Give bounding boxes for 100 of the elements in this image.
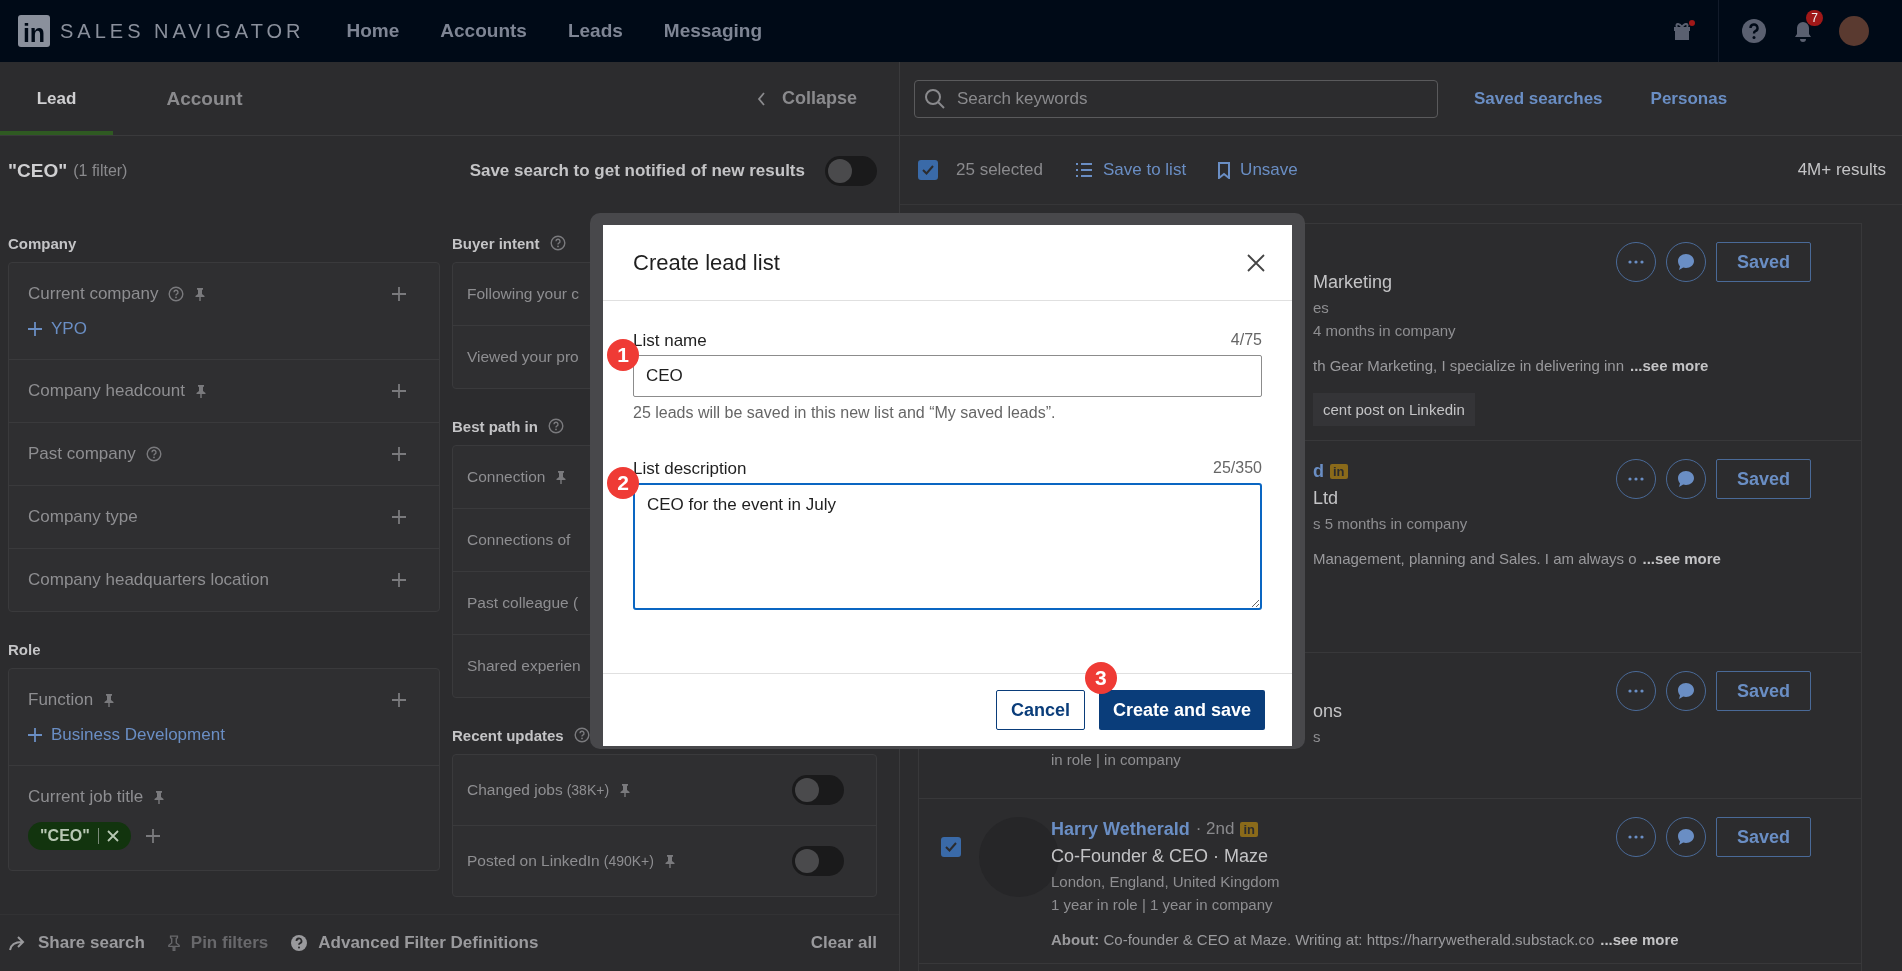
list-name-input[interactable]: CEO [633,355,1262,397]
ellipsis-icon [1627,260,1644,264]
collapse-button[interactable]: Collapse [755,62,857,135]
filter-label[interactable]: Connections of [467,531,571,549]
header-link[interactable]: Personas [1650,88,1728,109]
plus-icon[interactable] [391,446,407,462]
filter-label[interactable]: Company headquarters location [28,570,269,590]
lead-checkbox[interactable] [941,837,961,857]
toggle-switch[interactable] [825,156,877,186]
filter-label[interactable]: Past company [28,444,136,464]
lead-detail: 4 months in company [1313,321,1456,339]
toggle-switch[interactable] [792,775,844,805]
help-icon[interactable] [168,286,185,302]
filter-label[interactable]: Company type [28,507,138,527]
filter-label[interactable]: Current company [28,284,159,304]
help-icon[interactable] [547,418,564,434]
filter-label[interactable]: Changed jobs [467,781,563,799]
checkmark-icon [921,163,935,177]
about-text: th Gear Marketing, I specialize in delivering inn [1313,356,1624,374]
remove-icon[interactable] [106,830,119,842]
nav-link[interactable]: Home [346,20,400,42]
nav-link[interactable]: Messaging [663,20,762,42]
filter-label[interactable]: Past colleague ( [467,594,579,612]
list-description-input[interactable]: CEO for the event in July [633,483,1262,610]
suggested-filter-link[interactable]: Business Development [28,725,225,745]
help-icon[interactable] [549,235,566,251]
filter-label[interactable]: Following your c [467,285,579,303]
create-and-save-button[interactable]: Create and save [1098,690,1265,730]
filter-label[interactable]: Viewed your pro [467,348,579,366]
connection-degree: · 2nd [1195,819,1235,839]
saved-button[interactable]: Saved [1715,817,1811,857]
save-to-list-button[interactable]: Save to list [1074,160,1187,180]
speech-bubble-icon [1676,470,1695,488]
lead-title: Ltd [1313,487,1339,509]
plus-icon[interactable] [391,692,407,708]
nav-link[interactable]: Accounts [440,20,527,42]
lead-title: Co-Founder & CEO · Maze [1051,845,1269,867]
cancel-button[interactable]: Cancel [995,690,1085,730]
plus-icon[interactable] [391,286,407,302]
lead-title: Marketing [1313,271,1393,293]
saved-button[interactable]: Saved [1715,671,1811,711]
filter-label[interactable]: Current job title [28,787,144,807]
tab[interactable]: Lead [0,62,113,135]
pin-icon[interactable] [194,287,207,301]
lead-detail: s 5 months in company [1313,514,1468,532]
search-icon [924,87,946,110]
tag-label: "CEO" [40,827,90,845]
search-field[interactable]: Search keywords [914,79,1438,118]
see-more-link[interactable]: ...see more [1600,930,1679,948]
ellipsis-icon [1627,835,1644,839]
help-icon[interactable] [573,727,590,743]
checkmark-icon [944,840,958,854]
speech-bubble-icon [1676,828,1695,846]
lead-name[interactable]: d [1313,460,1324,482]
header-link[interactable]: Saved searches [1474,88,1603,109]
logo[interactable]: in [18,15,50,47]
toggle-switch[interactable] [792,846,844,876]
filter-label[interactable]: Posted on LinkedIn [467,852,600,870]
footer-button[interactable]: Advanced Filter Definitions [290,933,539,953]
help-icon [290,934,309,952]
pin-icon[interactable] [555,470,568,484]
pin-icon[interactable] [153,790,166,804]
filter-tag[interactable]: "CEO" [28,822,131,850]
plus-icon [28,322,42,336]
tab[interactable]: Account [127,62,282,135]
clear-all-button[interactable]: Clear all [810,933,877,953]
pin-icon[interactable] [619,783,632,797]
see-more-link[interactable]: ...see more [1630,356,1709,374]
recent-post-chip[interactable]: cent post on Linkedin [1313,392,1475,426]
lead-detail: London, England, United Kingdom [1051,872,1280,890]
field-hint: 25 leads will be saved in this new list and “My saved leads”. [633,404,1057,422]
nav-link[interactable]: Leads [567,20,623,42]
footer-button[interactable]: Share search [8,933,145,953]
speech-bubble-icon [1676,682,1695,700]
search-query: "CEO" [8,160,68,182]
filter-label[interactable]: Shared experien [467,657,581,675]
pin-icon[interactable] [194,384,207,398]
plus-icon[interactable] [391,383,407,399]
plus-icon[interactable] [391,572,407,588]
see-more-link[interactable]: ...see more [1642,549,1721,567]
saved-button[interactable]: Saved [1715,242,1811,282]
results-count: 4M+ results [1797,160,1886,180]
lead-name[interactable]: Harry Wetherald [1051,818,1190,840]
suggested-filter-link[interactable]: YPO [28,319,87,339]
plus-icon[interactable] [144,828,161,844]
select-all-checkbox[interactable] [918,160,938,180]
filter-label[interactable]: Function [28,690,94,710]
avatar[interactable] [1839,16,1869,46]
help-icon[interactable] [1741,18,1767,44]
saved-button[interactable]: Saved [1715,459,1811,499]
pin-icon[interactable] [663,854,676,868]
filter-label[interactable]: Connection [467,468,546,486]
save-search-label: Save search to get notified of new results [469,161,805,181]
pin-icon[interactable] [103,693,116,707]
close-button[interactable] [1246,252,1266,273]
filter-label[interactable]: Company headcount [28,381,185,401]
plus-icon[interactable] [391,509,407,525]
unsave-button[interactable]: Unsave [1218,160,1298,180]
bookmark-icon [1218,161,1231,179]
help-icon[interactable] [145,446,162,462]
